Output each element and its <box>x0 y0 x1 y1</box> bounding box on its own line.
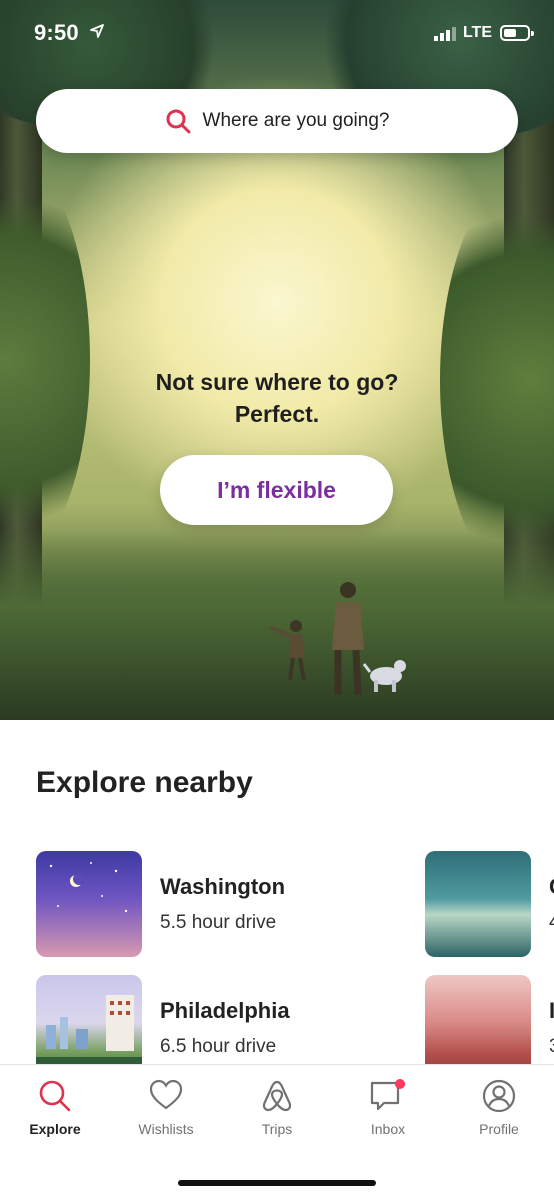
status-bar: 9:50 LTE <box>0 0 554 70</box>
nearby-item-drive: 4 <box>549 912 554 934</box>
home-indicator <box>178 1180 376 1186</box>
tab-wishlists[interactable]: Wishlists <box>111 1079 221 1137</box>
notification-badge <box>395 1079 405 1089</box>
tab-profile[interactable]: Profile <box>444 1079 554 1137</box>
hero-tagline-line2: Perfect. <box>234 401 320 427</box>
search-placeholder: Where are you going? <box>202 110 390 131</box>
nearby-item-name: Philadelphia <box>160 998 290 1023</box>
tab-label: Profile <box>479 1121 519 1137</box>
search-bar[interactable]: Where are you going? <box>36 89 518 153</box>
nearby-item-name: I <box>549 998 554 1023</box>
network-type: LTE <box>462 24 492 41</box>
nearby-item-partial-1[interactable]: C 4 <box>425 851 554 957</box>
tab-inbox[interactable]: Inbox <box>333 1079 443 1137</box>
tab-explore[interactable]: Explore <box>0 1079 110 1137</box>
im-flexible-button[interactable]: I’m flexible <box>160 455 393 525</box>
tab-label: Trips <box>261 1121 293 1137</box>
battery-icon <box>500 25 534 41</box>
tab-trips[interactable]: Trips <box>222 1079 332 1137</box>
nearby-item-name: C <box>549 874 554 900</box>
search-icon <box>166 109 191 134</box>
moon-stars-icon <box>49 862 128 913</box>
nearby-item-washington[interactable]: Washington 5.5 hour drive <box>36 851 285 957</box>
nearby-item-drive: 6.5 hour drive <box>160 1036 277 1057</box>
nearby-item-drive: 5.5 hour drive <box>160 912 277 933</box>
message-icon <box>370 1079 405 1111</box>
signal-icon <box>434 27 456 41</box>
profile-icon <box>482 1079 516 1113</box>
hero-tagline-line1: Not sure where to go? <box>155 369 399 395</box>
hikers-illustration <box>270 582 406 696</box>
explore-nearby-heading: Explore nearby <box>36 766 253 799</box>
nearby-item-drive: 3 <box>549 1036 554 1058</box>
tab-label: Explore <box>29 1121 81 1137</box>
search-icon <box>39 1080 71 1112</box>
airbnb-logo-icon <box>262 1080 292 1112</box>
tab-label: Wishlists <box>138 1121 194 1137</box>
tab-label: Inbox <box>370 1121 406 1137</box>
partial-thumbnail-1 <box>425 851 531 957</box>
hero-tagline: Not sure where to go? Perfect. <box>0 366 554 430</box>
nearby-item-name: Washington <box>160 874 286 899</box>
heart-icon <box>149 1079 183 1110</box>
washington-thumbnail <box>36 851 142 957</box>
status-time: 9:50 <box>34 20 79 45</box>
location-arrow-icon <box>90 24 104 38</box>
